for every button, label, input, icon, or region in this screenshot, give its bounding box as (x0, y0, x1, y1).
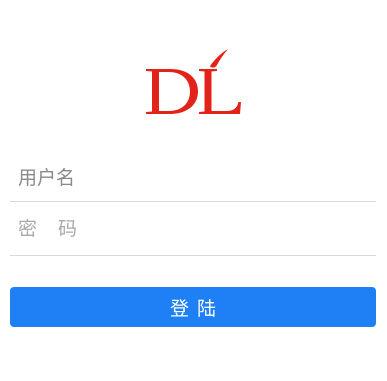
logo-letter-d (146, 69, 198, 114)
logo-letter-l (199, 69, 241, 114)
login-button[interactable]: 登陆 (10, 287, 376, 327)
logo-swoosh (210, 49, 228, 68)
dl-logo (146, 49, 241, 114)
password-field (10, 203, 376, 256)
username-input[interactable] (10, 155, 376, 201)
username-field (10, 155, 376, 202)
password-input[interactable] (10, 203, 376, 255)
